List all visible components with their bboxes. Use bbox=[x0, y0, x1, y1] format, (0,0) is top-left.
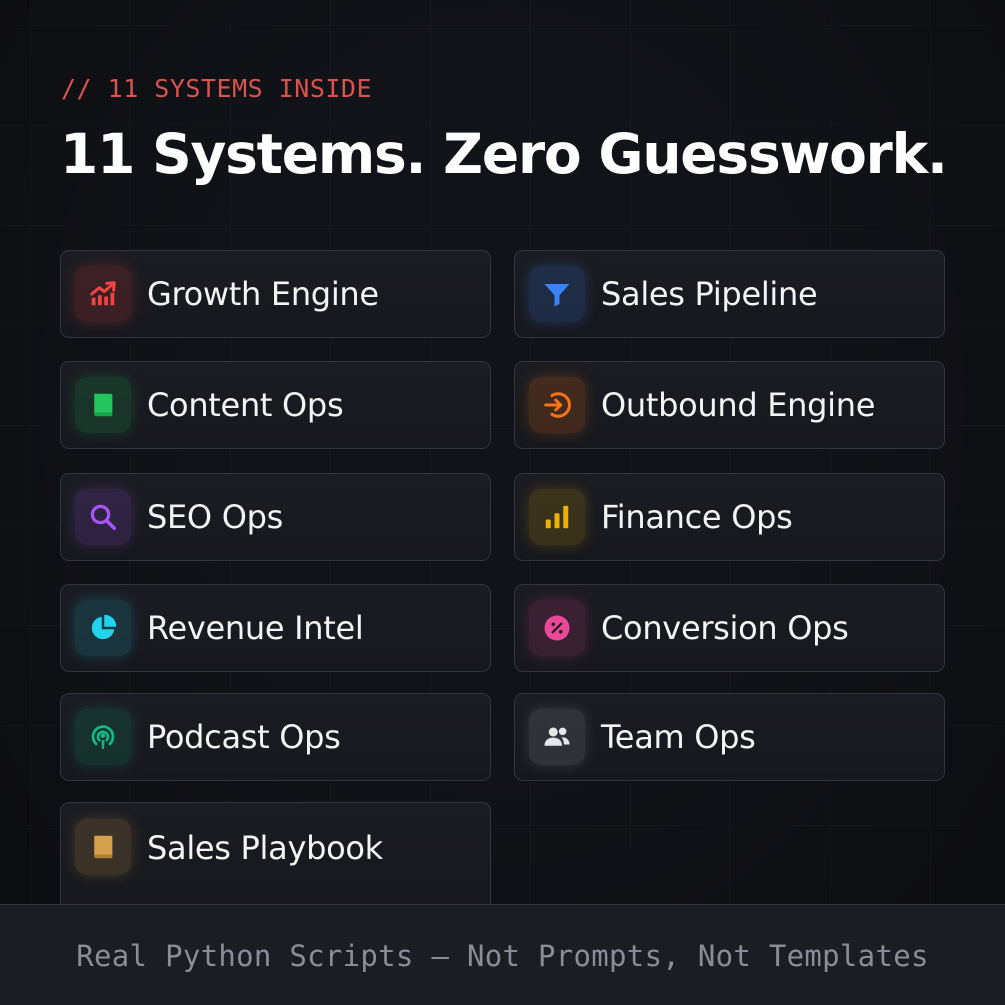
system-card-team-ops[interactable]: Team Ops bbox=[514, 693, 945, 781]
closed-book-icon bbox=[75, 819, 131, 875]
system-card-growth-engine[interactable]: Growth Engine bbox=[60, 250, 491, 338]
system-card-revenue-intel[interactable]: Revenue Intel bbox=[60, 584, 491, 672]
system-label: Sales Playbook bbox=[147, 829, 383, 867]
book-icon bbox=[75, 377, 131, 433]
trending-up-icon bbox=[75, 266, 131, 322]
podcast-icon bbox=[75, 709, 131, 765]
system-card-seo-ops[interactable]: SEO Ops bbox=[60, 473, 491, 561]
system-label: Sales Pipeline bbox=[601, 275, 818, 313]
system-label: Team Ops bbox=[601, 718, 756, 756]
system-label: Podcast Ops bbox=[147, 718, 341, 756]
system-label: Finance Ops bbox=[601, 498, 793, 536]
arrow-in-circle-icon bbox=[529, 377, 585, 433]
system-card-conversion-ops[interactable]: Conversion Ops bbox=[514, 584, 945, 672]
system-label: Growth Engine bbox=[147, 275, 379, 313]
system-card-sales-pipeline[interactable]: Sales Pipeline bbox=[514, 250, 945, 338]
system-card-sales-playbook[interactable]: Sales Playbook bbox=[60, 802, 491, 912]
users-icon bbox=[529, 709, 585, 765]
system-card-outbound-engine[interactable]: Outbound Engine bbox=[514, 361, 945, 449]
system-label: Revenue Intel bbox=[147, 609, 364, 647]
system-card-finance-ops[interactable]: Finance Ops bbox=[514, 473, 945, 561]
system-label: Outbound Engine bbox=[601, 386, 876, 424]
footer-tagline: Real Python Scripts — Not Prompts, Not T… bbox=[76, 939, 929, 973]
system-label: Conversion Ops bbox=[601, 609, 849, 647]
system-label: SEO Ops bbox=[147, 498, 283, 536]
funnel-icon bbox=[529, 266, 585, 322]
page-title: 11 Systems. Zero Guesswork. bbox=[60, 122, 948, 186]
system-card-content-ops[interactable]: Content Ops bbox=[60, 361, 491, 449]
percent-icon bbox=[529, 600, 585, 656]
system-label: Content Ops bbox=[147, 386, 344, 424]
section-eyebrow: // 11 SYSTEMS INSIDE bbox=[61, 74, 373, 103]
bar-chart-icon bbox=[529, 489, 585, 545]
footer-bar: Real Python Scripts — Not Prompts, Not T… bbox=[0, 904, 1005, 1005]
pie-chart-icon bbox=[75, 600, 131, 656]
system-card-podcast-ops[interactable]: Podcast Ops bbox=[60, 693, 491, 781]
search-icon bbox=[75, 489, 131, 545]
